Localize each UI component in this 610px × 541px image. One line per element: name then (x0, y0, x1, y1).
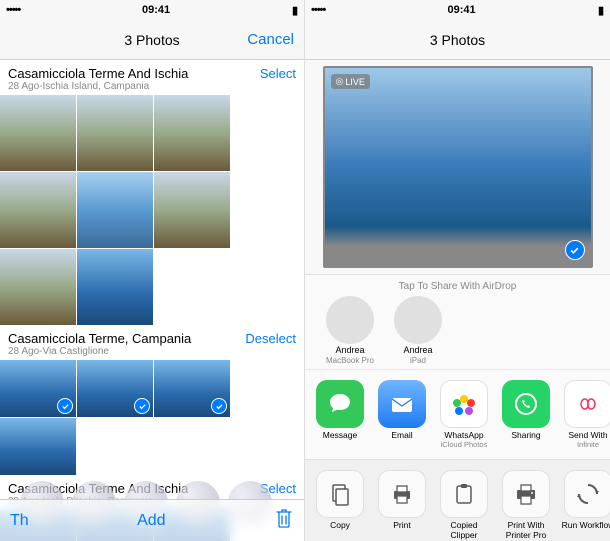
signal-dots: ••••• (6, 4, 20, 16)
print-icon (378, 470, 426, 518)
airdrop-device: iPad (391, 356, 445, 365)
add-button[interactable]: Add (29, 512, 274, 530)
section-subtitle: 28 Ago-Ischia Island, Campania (8, 81, 188, 92)
avatar (326, 296, 374, 344)
action-label: Run Workflow (561, 521, 610, 530)
status-bar: ••••• 09:41 ▮ (0, 0, 304, 20)
live-badge: ◎ LIVE (331, 74, 370, 89)
share-apps-row: Message Email WhatsApp iCloud Photos Sha… (305, 369, 610, 459)
signal-dots: ••••• (311, 4, 325, 16)
share-button[interactable]: Th (10, 512, 29, 530)
airdrop-target[interactable]: Andrea iPad (391, 296, 445, 365)
photo-grid (0, 95, 304, 325)
cancel-button[interactable]: Cancel (247, 31, 294, 48)
action-label: Copy (313, 521, 367, 530)
app-sublabel: Infinite (561, 440, 610, 449)
app-label: Message (313, 431, 367, 440)
infinite-icon (564, 380, 610, 428)
clipboard-icon (440, 470, 488, 518)
check-icon (565, 240, 585, 260)
status-time: 09:41 (448, 4, 476, 16)
share-app-infinite[interactable]: Send With Infinite (561, 380, 610, 449)
nav-bar: 3 Photos Cancel (0, 20, 304, 60)
action-printer-pro[interactable]: Print With Printer Pro (499, 470, 553, 540)
trash-icon[interactable] (274, 507, 294, 534)
printer-pro-icon (502, 470, 550, 518)
battery-icon: ▮ (598, 4, 604, 17)
airdrop-name: Andrea (391, 346, 445, 356)
status-bar: ••••• 09:41 ▮ (305, 0, 610, 20)
photo-thumb[interactable] (77, 95, 153, 171)
action-label: Print (375, 521, 429, 530)
photo-thumb[interactable] (77, 249, 153, 325)
photo-thumb[interactable] (0, 172, 76, 248)
share-sheet-screen: ••••• 09:41 ▮ 3 Photos ◎ LIVE Tap To Sha… (305, 0, 610, 541)
share-app-message[interactable]: Message (313, 380, 367, 449)
photo-thumb[interactable] (154, 360, 230, 417)
workflow-icon (564, 470, 610, 518)
airdrop-title: Tap To Share With AirDrop (305, 281, 610, 292)
photo-thumb[interactable] (0, 95, 76, 171)
section-header: Casamicciola Terme, Campania 28 Ago-Via … (0, 325, 304, 360)
nav-bar: 3 Photos (305, 20, 610, 60)
share-preview-photo[interactable]: ◎ LIVE (323, 66, 593, 268)
action-print[interactable]: Print (375, 470, 429, 540)
photo-thumb[interactable] (0, 360, 76, 417)
action-clipper[interactable]: Copied Clipper (437, 470, 491, 540)
photo-thumb[interactable] (154, 95, 230, 171)
airdrop-name: Andrea (323, 346, 377, 356)
photos-select-screen: ••••• 09:41 ▮ 3 Photos Cancel Casamiccio… (0, 0, 305, 541)
photo-thumb[interactable] (154, 172, 230, 248)
share-app-email[interactable]: Email (375, 380, 429, 449)
deselect-button[interactable]: Deselect (245, 331, 296, 346)
whatsapp-icon (502, 380, 550, 428)
app-label: Sharing (499, 431, 553, 440)
check-icon (134, 398, 150, 414)
app-label: Email (375, 431, 429, 440)
bottom-toolbar: Th Add (0, 499, 304, 541)
icloud-photos-icon (440, 380, 488, 428)
airdrop-target[interactable]: Andrea MacBook Pro (323, 296, 377, 365)
app-label: WhatsApp (437, 431, 491, 440)
status-time: 09:41 (142, 4, 170, 16)
action-label: Print With Printer Pro (499, 521, 553, 540)
share-preview-area: ◎ LIVE (305, 60, 610, 275)
section-subtitle: 28 Ago-Via Castiglione (8, 346, 191, 357)
avatar (394, 296, 442, 344)
section-header: Casamicciola Terme And Ischia 28 Ago-Isc… (0, 60, 304, 95)
message-icon (316, 380, 364, 428)
email-icon (378, 380, 426, 428)
battery-icon: ▮ (292, 4, 298, 17)
nav-title: 3 Photos (430, 32, 485, 48)
photo-thumb[interactable] (0, 249, 76, 325)
section-title: Casamicciola Terme And Ischia (8, 66, 188, 81)
app-label: Send With (561, 431, 610, 440)
share-app-whatsapp[interactable]: Sharing (499, 380, 553, 449)
action-copy[interactable]: Copy (313, 470, 367, 540)
action-workflow[interactable]: Run Workflow (561, 470, 610, 540)
photo-grid (0, 360, 304, 475)
check-icon (211, 398, 227, 414)
share-app-icloud-photos[interactable]: WhatsApp iCloud Photos (437, 380, 491, 449)
action-label: Copied Clipper (437, 521, 491, 540)
section-title: Casamicciola Terme, Campania (8, 331, 191, 346)
photo-thumb[interactable] (77, 172, 153, 248)
nav-title: 3 Photos (124, 32, 179, 48)
share-actions-row: Copy Print Copied Clipper Print With Pri… (305, 459, 610, 541)
copy-icon (316, 470, 364, 518)
app-sublabel: iCloud Photos (437, 440, 491, 449)
airdrop-device: MacBook Pro (323, 356, 377, 365)
photo-thumb[interactable] (0, 418, 76, 475)
select-button[interactable]: Select (260, 66, 296, 81)
airdrop-area: Tap To Share With AirDrop Andrea MacBook… (305, 275, 610, 369)
check-icon (57, 398, 73, 414)
photo-thumb[interactable] (77, 360, 153, 417)
